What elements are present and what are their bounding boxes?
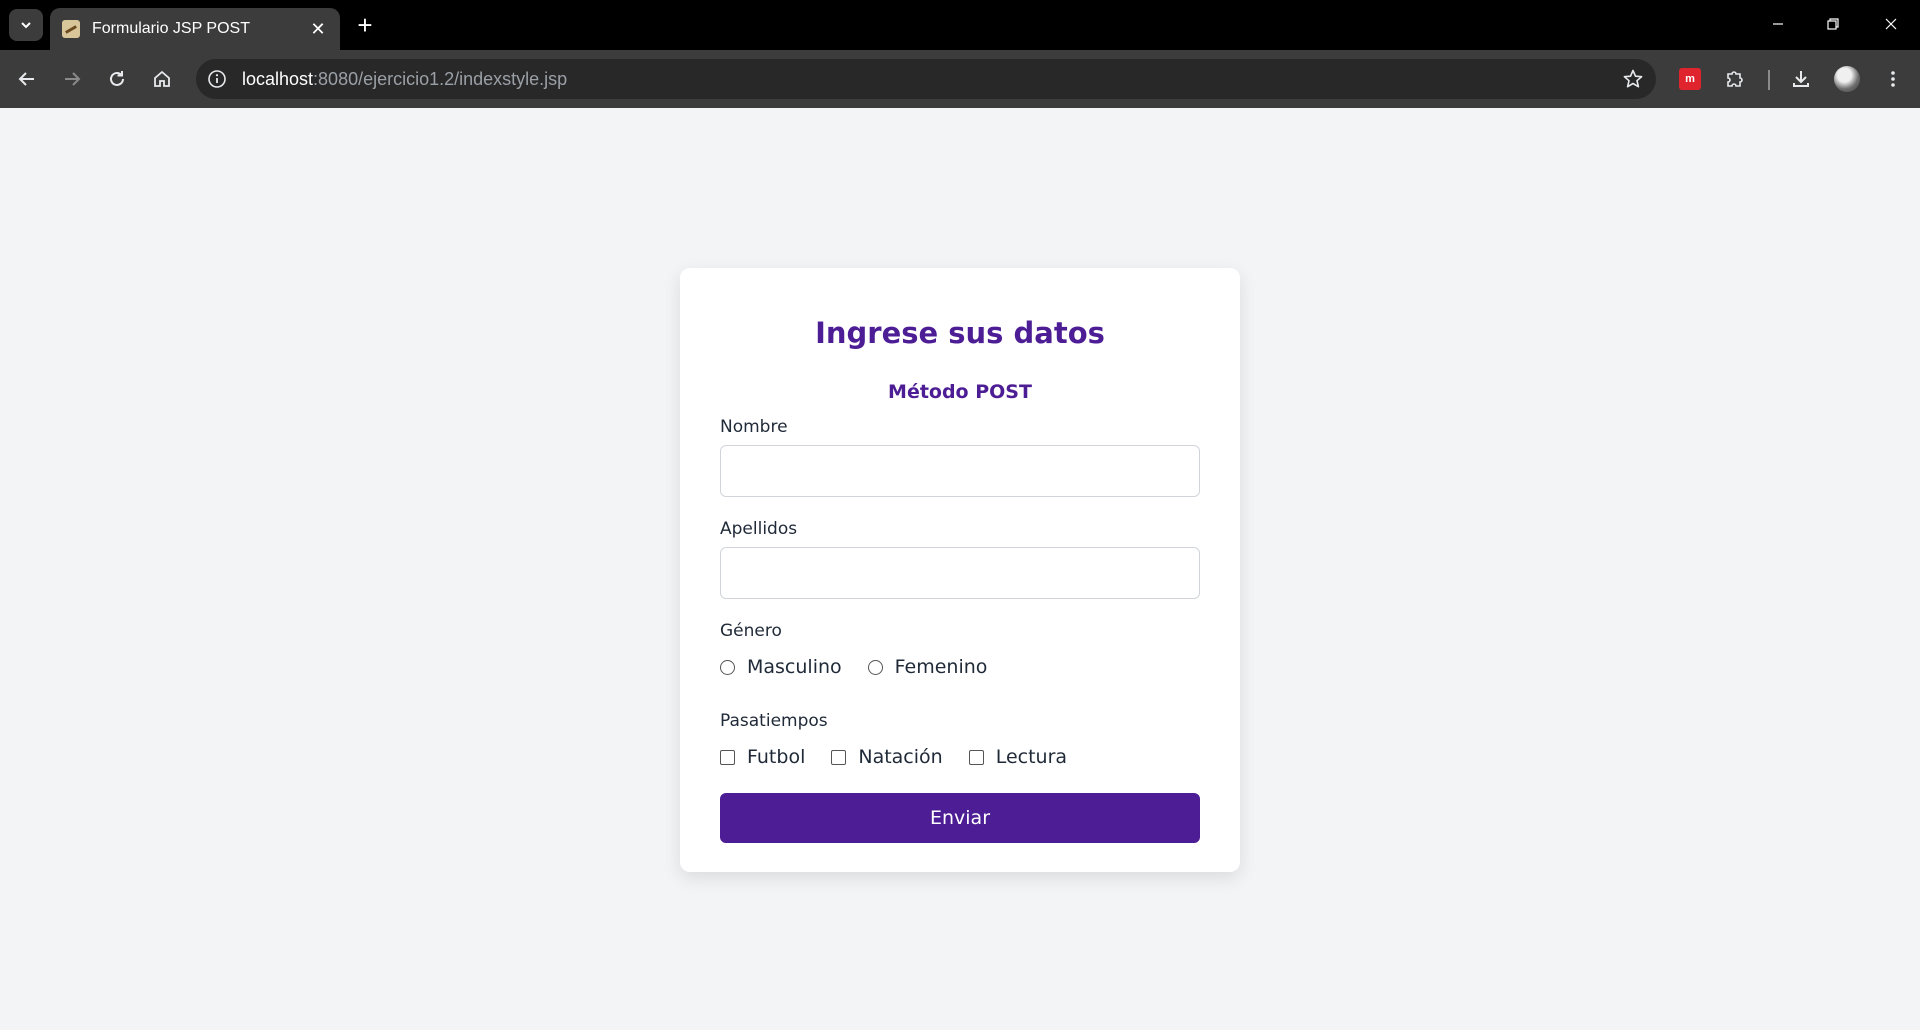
restore-button[interactable]	[1810, 6, 1856, 42]
browser-toolbar: localhost:8080/ejercicio1.2/indexstyle.j…	[0, 50, 1920, 108]
restore-icon	[1827, 18, 1839, 30]
genero-options: Masculino Femenino	[720, 655, 1200, 679]
forward-arrow-icon	[65, 72, 81, 86]
menu-dots-icon	[1891, 71, 1895, 87]
toolbar-divider	[1768, 70, 1770, 90]
reload-icon	[110, 71, 124, 86]
minimize-icon	[1773, 23, 1783, 25]
form-subtitle: Método POST	[888, 381, 1032, 403]
natacion-checkbox[interactable]	[831, 749, 847, 765]
extensions-menu-button[interactable]	[1718, 62, 1752, 96]
masculino-label: Masculino	[747, 656, 842, 678]
lectura-label: Lectura	[995, 746, 1068, 768]
window-close-button[interactable]	[1868, 6, 1914, 42]
forward-button[interactable]	[55, 62, 89, 96]
futbol-checkbox[interactable]	[720, 749, 735, 765]
extension-red-icon: m	[1679, 68, 1701, 90]
star-icon[interactable]	[1622, 68, 1644, 90]
download-icon	[1793, 71, 1809, 87]
nombre-input[interactable]	[720, 445, 1200, 497]
favicon-icon	[62, 20, 80, 38]
apellidos-label: Apellidos	[720, 519, 798, 539]
puzzle-icon	[1727, 71, 1743, 87]
radio-option-masculino[interactable]: Masculino	[720, 656, 842, 678]
extension-button[interactable]: m	[1673, 62, 1707, 96]
minimize-button[interactable]	[1755, 6, 1801, 42]
tab-active[interactable]: Formulario JSP POST ✕	[50, 8, 340, 50]
pasatiempos-options: Futbol Natación Lectura	[720, 745, 1200, 769]
avatar	[1834, 66, 1860, 92]
profile-button[interactable]	[1830, 62, 1864, 96]
url-text[interactable]: localhost:8080/ejercicio1.2/indexstyle.j…	[242, 69, 567, 90]
radio-option-femenino[interactable]: Femenino	[867, 656, 988, 678]
masculino-radio[interactable]	[720, 659, 735, 675]
close-icon[interactable]: ✕	[308, 19, 328, 40]
tab-title: Formulario JSP POST	[92, 20, 250, 37]
reload-button[interactable]	[100, 62, 134, 96]
url-host: localhost	[242, 69, 314, 89]
home-button[interactable]	[145, 62, 179, 96]
natacion-label: Natación	[858, 746, 943, 768]
url-path: :8080/ejercicio1.2/indexstyle.jsp	[313, 69, 568, 89]
page-title: Ingrese sus datos	[815, 316, 1105, 350]
home-icon	[154, 70, 170, 87]
menu-button[interactable]	[1876, 62, 1910, 96]
close-icon	[1885, 18, 1897, 30]
checkbox-option-lectura[interactable]: Lectura	[968, 746, 1068, 768]
new-tab-button[interactable]: +	[353, 10, 377, 40]
nombre-label: Nombre	[720, 417, 788, 437]
tab-bar: Formulario JSP POST ✕ +	[0, 0, 1920, 50]
back-button[interactable]	[10, 62, 44, 96]
checkbox-option-futbol[interactable]: Futbol	[720, 746, 805, 768]
tab-search-button[interactable]	[9, 9, 43, 41]
apellidos-input[interactable]	[720, 547, 1200, 599]
lectura-checkbox[interactable]	[968, 749, 984, 765]
genero-label: Género	[720, 621, 782, 641]
femenino-radio[interactable]	[867, 659, 883, 675]
form-card: Ingrese sus datos Método POST Nombre Ape…	[680, 268, 1240, 872]
enviar-button[interactable]: Enviar	[720, 793, 1200, 843]
checkbox-option-natacion[interactable]: Natación	[831, 746, 943, 768]
info-icon[interactable]	[206, 68, 228, 90]
back-arrow-icon	[18, 72, 34, 86]
pasatiempos-label: Pasatiempos	[720, 711, 828, 731]
address-bar[interactable]: localhost:8080/ejercicio1.2/indexstyle.j…	[196, 59, 1656, 99]
chevron-down-icon	[21, 22, 31, 29]
download-button[interactable]	[1784, 62, 1818, 96]
femenino-label: Femenino	[894, 656, 988, 678]
futbol-label: Futbol	[747, 746, 806, 768]
